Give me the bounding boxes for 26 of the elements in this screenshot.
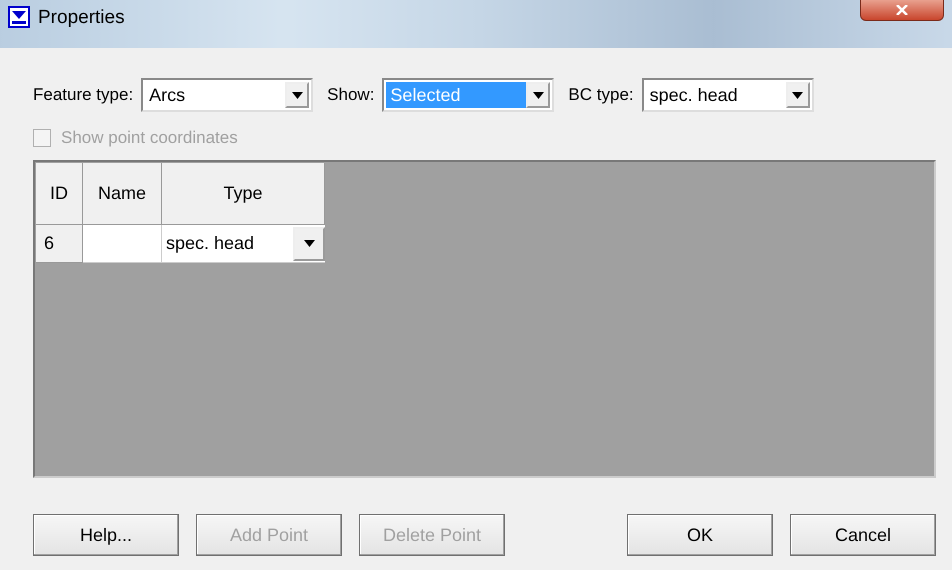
window-title: Properties [38, 6, 125, 30]
dropdown[interactable]: spec. head [642, 78, 814, 112]
row-header: 6 [36, 225, 83, 263]
dropdown[interactable]: Arcs [141, 78, 314, 112]
dropdown-value: spec. head [648, 84, 739, 107]
dialog-button[interactable]: Cancel [790, 514, 936, 556]
filter-label: Feature type: [33, 85, 134, 105]
caret-icon [532, 92, 544, 98]
dropdown-value: Selected [386, 82, 526, 108]
column-header: Name [83, 163, 162, 225]
caret-icon [292, 92, 303, 98]
table-cell[interactable] [83, 225, 162, 263]
dropdown-value: Arcs [148, 84, 186, 106]
window-icon [8, 6, 30, 28]
column-header: ID [36, 163, 83, 225]
close-icon [896, 5, 908, 15]
dialog-button[interactable]: Help... [33, 514, 179, 556]
close-button[interactable] [860, 0, 944, 21]
caret-icon [304, 240, 314, 247]
caret-icon [792, 92, 804, 98]
column-header: Type [162, 163, 325, 225]
filter-label: BC type: [568, 85, 634, 105]
filter-label: Show: [327, 85, 374, 105]
dialog-button[interactable]: OK [627, 514, 773, 556]
type-dropdown[interactable]: spec. head [162, 225, 325, 263]
checkbox-label: Show point coordinates [61, 128, 238, 148]
